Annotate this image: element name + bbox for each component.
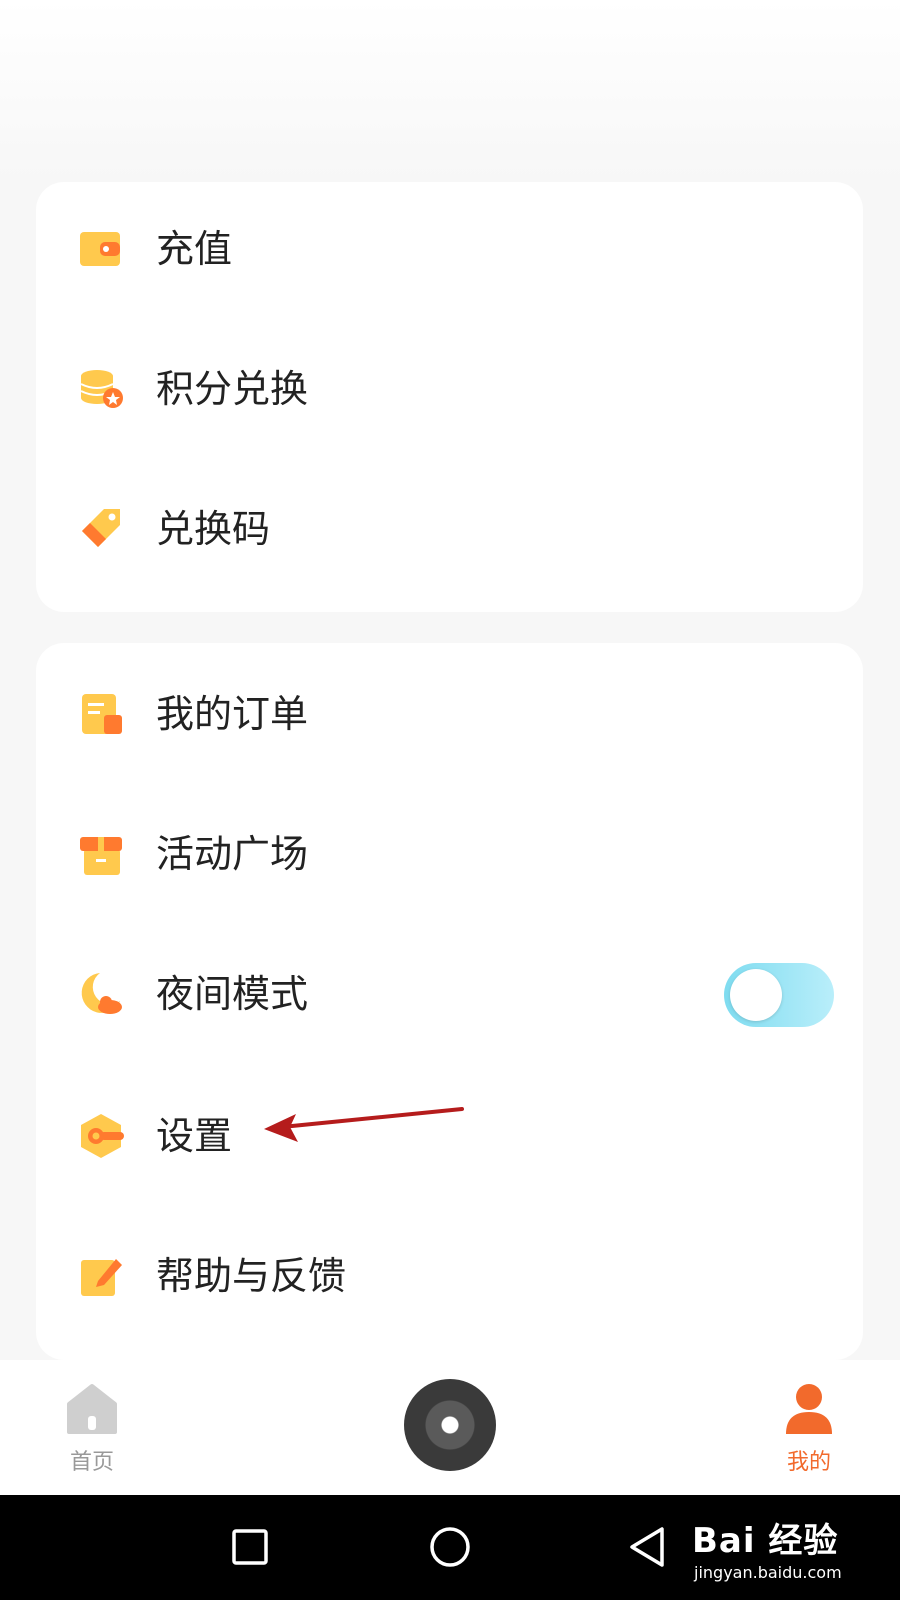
menu-item-my-orders[interactable]: 我的订单 — [36, 663, 863, 763]
menu-item-label: 积分兑换 — [156, 367, 309, 411]
night-mode-toggle[interactable] — [724, 963, 834, 1027]
menu-item-label: 设置 — [156, 1114, 233, 1158]
menu-item-label: 帮助与反馈 — [156, 1254, 347, 1298]
toggle-knob — [730, 969, 782, 1021]
tab-mine[interactable]: 我的 — [764, 1382, 854, 1482]
menu-item-label: 兑换码 — [156, 507, 271, 551]
menu-card-wallet: 充值 积分兑换 兑换码 — [36, 182, 863, 612]
moon-icon — [81, 973, 122, 1014]
menu-item-label: 我的订单 — [156, 692, 309, 736]
edit-icon — [81, 1259, 122, 1296]
header-area — [0, 0, 900, 180]
tag-icon — [82, 509, 120, 547]
order-icon — [82, 694, 122, 734]
back-triangle-icon[interactable] — [622, 1519, 678, 1575]
wallet-icon — [80, 232, 120, 266]
tab-home-label: 首页 — [69, 1450, 114, 1475]
watermark-url: jingyan.baidu.com — [694, 1563, 842, 1582]
menu-item-label: 夜间模式 — [156, 972, 309, 1016]
menu-item-activity-square[interactable]: 活动广场 — [36, 803, 863, 903]
menu-item-recharge[interactable]: 充值 — [36, 198, 863, 298]
watermark-main: Bai 经验 — [692, 1521, 839, 1561]
music-player-disc[interactable] — [404, 1379, 496, 1471]
gear-icon — [81, 1114, 124, 1158]
baidu-jingyan-watermark: Bai 经验 jingyan.baidu.com — [686, 1505, 886, 1591]
home-circle-icon[interactable] — [422, 1519, 478, 1575]
annotation-arrow — [264, 1107, 464, 1142]
menu-item-night-mode: 夜间模式 — [36, 943, 863, 1043]
menu-item-label: 活动广场 — [156, 832, 309, 876]
gift-icon — [80, 837, 122, 875]
user-icon — [786, 1384, 832, 1434]
menu-item-redeem-code[interactable]: 兑换码 — [36, 478, 863, 578]
tab-home[interactable]: 首页 — [47, 1382, 137, 1482]
menu-card-general: 我的订单 活动广场 夜间模式 设置 帮助与反馈 — [36, 643, 863, 1360]
recent-apps-icon[interactable] — [222, 1519, 278, 1575]
menu-item-label: 充值 — [156, 227, 233, 271]
menu-item-points-exchange[interactable]: 积分兑换 — [36, 338, 863, 438]
coins-icon — [80, 370, 123, 408]
system-nav-bar: Bai 经验 jingyan.baidu.com — [0, 1495, 900, 1600]
menu-item-help-feedback[interactable]: 帮助与反馈 — [36, 1225, 863, 1325]
tab-mine-label: 我的 — [786, 1450, 831, 1475]
home-icon — [67, 1384, 117, 1434]
